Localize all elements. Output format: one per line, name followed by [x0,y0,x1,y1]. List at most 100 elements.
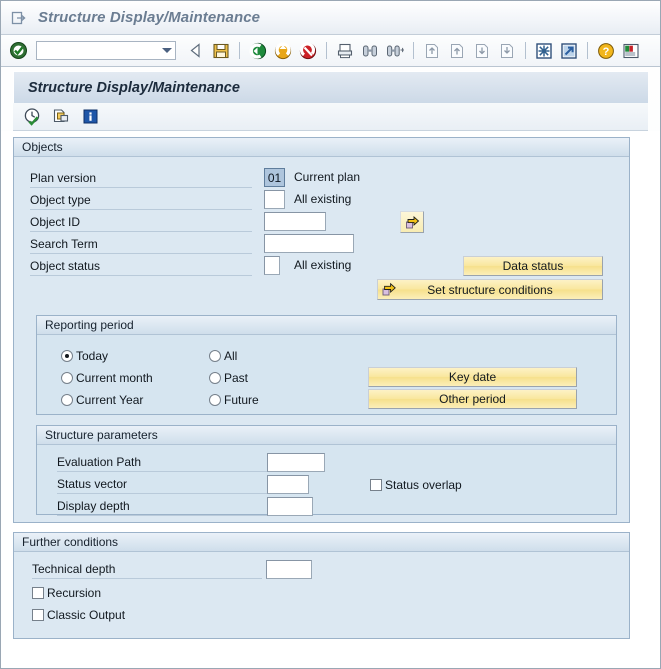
customize-layout-icon[interactable] [620,40,642,62]
radio-all[interactable]: All [209,346,237,366]
enter-check-icon[interactable] [7,40,29,62]
toolbar-separator [525,42,526,59]
toolbar-separator [239,42,240,59]
chevron-down-icon[interactable] [162,48,172,53]
create-shortcut-icon[interactable] [558,40,580,62]
object-type-input[interactable] [264,190,285,209]
radio-future-indicator[interactable] [209,394,221,406]
radio-current-month-label: Current month [76,371,153,385]
classic-output-label: Classic Output [47,608,126,622]
form-canvas: Objects Plan version Current plan Object… [1,131,660,668]
object-status-label: Object status [30,259,252,276]
save-disk-icon[interactable] [210,40,232,62]
window-title: Structure Display/Maintenance [38,9,261,26]
object-id-input[interactable] [264,212,326,231]
yellow-arrow-icon [382,282,396,296]
multiple-selection-icon[interactable] [50,106,72,128]
radio-all-label: All [224,349,238,363]
new-session-icon[interactable] [533,40,555,62]
evaluation-path-input[interactable] [267,453,325,472]
multiple-selection-arrow-button[interactable] [400,211,424,233]
sap-gui-window: Structure Display/Maintenance ? Structur… [0,0,661,669]
information-icon[interactable] [79,106,101,128]
object-status-input[interactable] [264,256,280,275]
main-toolbar: ? [1,35,660,67]
evaluation-path-label: Evaluation Path [57,455,273,472]
radio-future[interactable]: Future [209,390,259,410]
radio-future-label: Future [224,393,259,407]
print-icon[interactable] [334,40,356,62]
plan-version-label: Plan version [30,171,252,188]
further-conditions-body: Technical depth Recursion Classic Output [14,552,629,639]
command-input[interactable] [37,43,161,58]
radio-current-month[interactable]: Current month [61,368,153,388]
reporting-period-group: Reporting period Today Current month Cur… [36,315,617,415]
object-status-description: All existing [294,258,352,272]
object-type-description: All existing [294,192,352,206]
objects-group: Objects Plan version Current plan Object… [13,137,630,523]
reporting-period-body: Today Current month Current Year All Pas… [37,335,616,415]
status-vector-input[interactable] [267,475,309,494]
radio-current-month-indicator[interactable] [61,372,73,384]
technical-depth-input[interactable] [266,560,312,579]
radio-current-year[interactable]: Current Year [61,390,143,410]
key-date-button[interactable]: Key date [368,367,577,387]
toolbar-separator [587,42,588,59]
further-conditions-group-title: Further conditions [14,533,629,552]
radio-today-indicator[interactable] [61,350,73,362]
radio-current-year-indicator[interactable] [61,394,73,406]
radio-today-label: Today [76,349,109,363]
find-icon[interactable] [359,40,381,62]
radio-today[interactable]: Today [61,346,108,366]
command-field[interactable] [36,41,176,60]
technical-depth-label: Technical depth [32,562,262,579]
object-id-label: Object ID [30,215,252,232]
set-structure-conditions-button[interactable]: Set structure conditions [377,279,603,300]
status-vector-label: Status vector [57,477,273,494]
recursion-checkbox[interactable]: Recursion [32,583,101,603]
object-type-label: Object type [30,193,252,210]
status-overlap-label: Status overlap [385,478,462,492]
set-structure-conditions-label: Set structure conditions [427,282,553,297]
reporting-period-group-title: Reporting period [37,316,616,335]
plan-version-description: Current plan [294,170,361,184]
radio-past[interactable]: Past [209,368,248,388]
first-page-icon[interactable] [421,40,443,62]
page-title: Structure Display/Maintenance [28,79,240,96]
back-arrow-icon[interactable] [185,40,207,62]
cancel-red-icon[interactable] [297,40,319,62]
plan-version-input[interactable] [264,168,285,187]
data-status-button[interactable]: Data status [463,256,603,276]
display-depth-label: Display depth [57,499,273,516]
svg-text:?: ? [603,46,610,58]
radio-past-indicator[interactable] [209,372,221,384]
yellow-arrow-icon [405,215,419,228]
execute-clock-icon[interactable] [21,106,43,128]
session-page-arrow-icon [10,9,28,27]
other-period-button[interactable]: Other period [368,389,577,409]
structure-parameters-body: Evaluation Path Status vector Status ove… [37,445,616,516]
display-depth-input[interactable] [267,497,313,516]
exit-yellow-icon[interactable] [272,40,294,62]
status-overlap-box[interactable] [370,479,382,491]
radio-all-indicator[interactable] [209,350,221,362]
classic-output-box[interactable] [32,609,44,621]
help-question-icon[interactable]: ? [595,40,617,62]
classic-output-checkbox[interactable]: Classic Output [32,605,125,625]
find-next-icon[interactable] [384,40,406,62]
previous-page-icon[interactable] [446,40,468,62]
back-green-icon[interactable] [247,40,269,62]
status-overlap-checkbox[interactable]: Status overlap [370,475,462,495]
application-toolbar [13,103,648,131]
toolbar-separator [326,42,327,59]
search-term-input[interactable] [264,234,354,253]
objects-group-title: Objects [14,138,629,157]
next-page-icon[interactable] [471,40,493,62]
radio-current-year-label: Current Year [76,393,144,407]
further-conditions-group: Further conditions Technical depth Recur… [13,532,630,639]
structure-parameters-group-title: Structure parameters [37,426,616,445]
search-term-label: Search Term [30,237,252,254]
recursion-label: Recursion [47,586,102,600]
recursion-box[interactable] [32,587,44,599]
last-page-icon[interactable] [496,40,518,62]
